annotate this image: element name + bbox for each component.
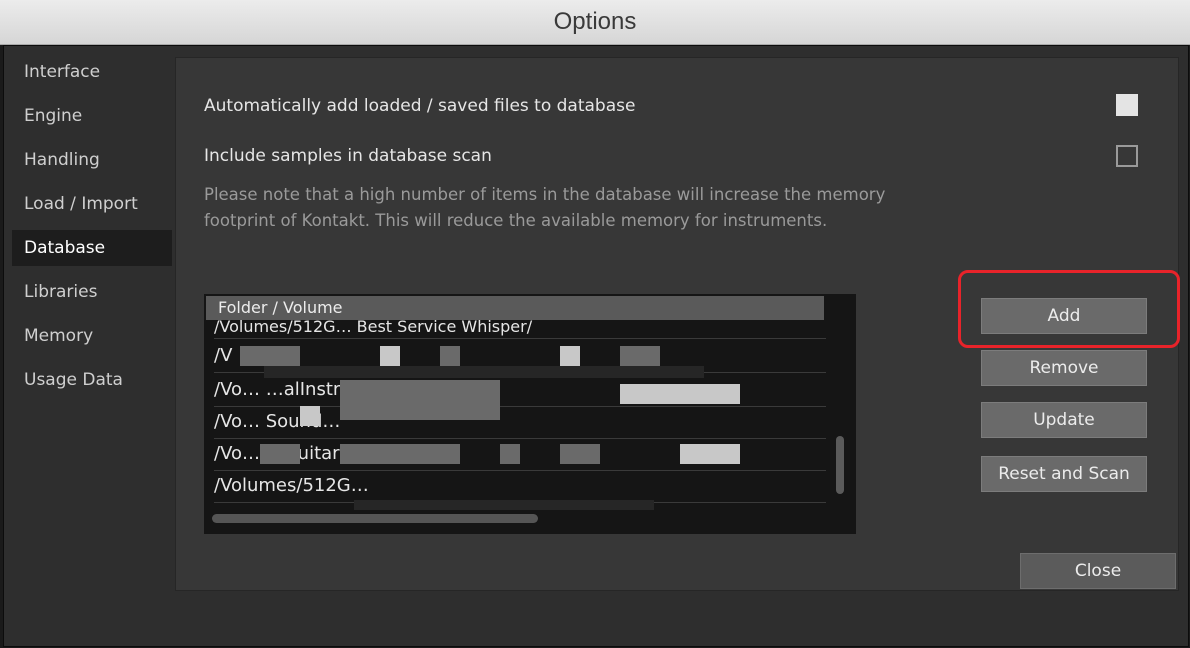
redaction-block — [340, 380, 500, 420]
remove-button[interactable]: Remove — [981, 350, 1147, 386]
redaction-block — [560, 346, 580, 366]
options-window: Options Interface Engine Handling Load /… — [0, 0, 1190, 648]
redaction-block — [260, 444, 300, 464]
list-item[interactable]: /Volumes/512G… — [214, 470, 826, 503]
options-body: Interface Engine Handling Load / Import … — [3, 45, 1189, 647]
redaction-block — [620, 384, 740, 404]
title-bar: Options — [0, 0, 1190, 45]
sidebar-item-handling[interactable]: Handling — [12, 142, 172, 178]
redaction-block — [680, 444, 740, 464]
auto-add-checkbox[interactable] — [1116, 94, 1138, 116]
include-samples-checkbox[interactable] — [1116, 145, 1138, 167]
sidebar-item-usage-data[interactable]: Usage Data — [12, 362, 172, 398]
window-title: Options — [553, 8, 637, 35]
sidebar-item-interface[interactable]: Interface — [12, 54, 172, 90]
sidebar-item-database[interactable]: Database — [12, 230, 172, 266]
vertical-scrollbar[interactable] — [836, 436, 844, 494]
update-button[interactable]: Update — [981, 402, 1147, 438]
sidebar-item-load-import[interactable]: Load / Import — [12, 186, 172, 222]
reset-and-scan-button[interactable]: Reset and Scan — [981, 456, 1147, 492]
add-button[interactable]: Add — [981, 298, 1147, 334]
memory-note: Please note that a high number of items … — [204, 185, 886, 230]
horizontal-scrollbar[interactable] — [212, 514, 538, 523]
redaction-block — [340, 444, 460, 464]
list-item[interactable]: /Volumes/512G… Best Service Whisper/ — [214, 316, 826, 339]
include-samples-label: Include samples in database scan — [204, 146, 492, 166]
redaction-block — [560, 444, 600, 464]
redaction-block — [264, 366, 704, 378]
redaction-block — [354, 500, 654, 510]
database-panel: Automatically add loaded / saved files t… — [175, 57, 1179, 591]
sidebar-item-libraries[interactable]: Libraries — [12, 274, 172, 310]
redaction-block — [240, 346, 300, 366]
redaction-block — [620, 346, 660, 366]
folder-list[interactable]: Folder / Volume /Volumes/512G… Best Serv… — [204, 294, 856, 534]
close-button[interactable]: Close — [1020, 553, 1176, 589]
sidebar-item-engine[interactable]: Engine — [12, 98, 172, 134]
sidebar: Interface Engine Handling Load / Import … — [12, 54, 172, 406]
sidebar-item-memory[interactable]: Memory — [12, 318, 172, 354]
redaction-block — [300, 406, 320, 426]
redaction-block — [380, 346, 400, 366]
redaction-block — [440, 346, 460, 366]
redaction-block — [500, 444, 520, 464]
auto-add-label: Automatically add loaded / saved files t… — [204, 96, 636, 116]
